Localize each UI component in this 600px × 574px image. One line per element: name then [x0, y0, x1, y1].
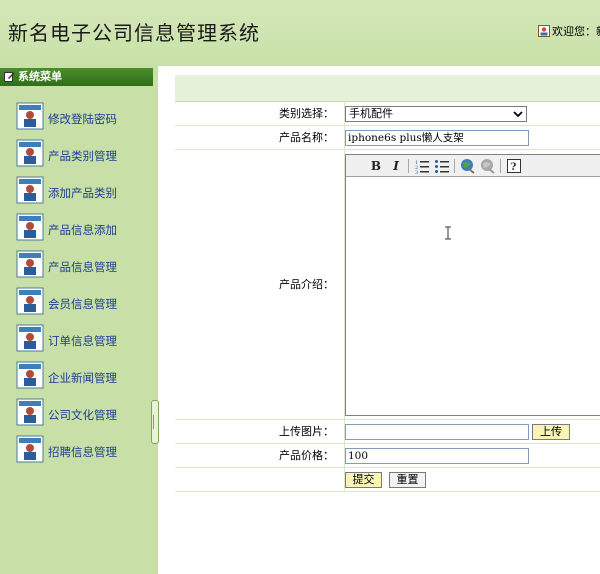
rich-text-editor: B I 123 ? [345, 154, 600, 416]
editor-content-area[interactable] [346, 178, 600, 415]
user-card-icon [16, 176, 44, 204]
price-label: 产品价格： [175, 444, 345, 467]
sidebar-item-product-category-manage[interactable]: 产品类别管理 [16, 139, 146, 169]
image-path-input[interactable] [345, 424, 529, 440]
form-actions-row: 提交 重置 [175, 468, 600, 492]
header: 新名电子公司信息管理系统 欢迎您：新 [0, 0, 600, 66]
product-name-input[interactable]: iphone6s plus懒人支架 [345, 130, 529, 146]
sidebar-item-label: 产品信息添加 [48, 223, 117, 237]
sidebar: 系统菜单 修改登陆密码 产品类别管理 添加产品类别 产品信息添加 产品信息管理 … [0, 66, 159, 574]
product-intro-row: 产品介绍： B I 123 ? [175, 150, 600, 420]
sidebar-item-member-info-manage[interactable]: 会员信息管理 [16, 287, 146, 317]
sidebar-item-label: 修改登陆密码 [48, 112, 117, 126]
price-input[interactable]: 100 [345, 448, 529, 464]
product-name-label: 产品名称： [175, 126, 345, 149]
user-card-icon [16, 213, 44, 241]
sidebar-title: 系统菜单 [18, 70, 62, 83]
product-name-row: 产品名称： iphone6s plus懒人支架 [175, 126, 600, 150]
text-cursor-icon [445, 226, 451, 240]
reset-button[interactable]: 重置 [389, 472, 426, 488]
sidebar-collapse-handle[interactable] [151, 400, 159, 444]
toolbar-separator [408, 159, 409, 173]
sidebar-item-recruitment-info-manage[interactable]: 招聘信息管理 [16, 435, 146, 465]
sidebar-item-label: 添加产品类别 [48, 186, 117, 200]
help-icon[interactable]: ? [506, 158, 522, 174]
app-title: 新名电子公司信息管理系统 [8, 21, 260, 45]
chevron-down-icon [513, 111, 523, 118]
sidebar-item-label: 会员信息管理 [48, 297, 117, 311]
welcome-label: 欢迎您：新 [552, 25, 600, 38]
category-select[interactable]: 手机配件 [345, 106, 527, 122]
globe-link-icon[interactable] [460, 158, 476, 174]
user-card-icon [16, 324, 44, 352]
user-card-icon [16, 287, 44, 315]
form-top-bar [175, 75, 600, 101]
sidebar-item-label: 产品类别管理 [48, 149, 117, 163]
submit-button[interactable]: 提交 [345, 472, 382, 488]
unlink-icon[interactable] [480, 158, 496, 174]
italic-icon[interactable]: I [388, 158, 404, 174]
user-card-icon [16, 361, 44, 389]
sidebar-item-change-password[interactable]: 修改登陆密码 [16, 102, 146, 132]
sidebar-item-label: 订单信息管理 [48, 334, 117, 348]
bullet-list-icon[interactable] [434, 158, 450, 174]
price-row: 产品价格： 100 [175, 444, 600, 468]
category-selected-value: 手机配件 [349, 107, 393, 120]
sidebar-item-add-product-category[interactable]: 添加产品类别 [16, 176, 146, 206]
sidebar-header: 系统菜单 [0, 68, 153, 86]
product-intro-label: 产品介绍： [175, 150, 345, 419]
sidebar-item-label: 招聘信息管理 [48, 445, 117, 459]
sidebar-item-company-culture-manage[interactable]: 公司文化管理 [16, 398, 146, 428]
sidebar-item-product-info-manage[interactable]: 产品信息管理 [16, 250, 146, 280]
toolbar-separator [454, 159, 455, 173]
toolbar-separator [500, 159, 501, 173]
svg-text:?: ? [511, 162, 517, 173]
upload-image-label: 上传图片： [175, 420, 345, 443]
user-card-icon [16, 435, 44, 463]
svg-text:3: 3 [415, 170, 418, 174]
sidebar-item-label: 公司文化管理 [48, 408, 117, 422]
sidebar-item-order-info-manage[interactable]: 订单信息管理 [16, 324, 146, 354]
bold-icon[interactable]: B [368, 158, 384, 174]
editor-toolbar: B I 123 ? [346, 155, 600, 177]
user-card-icon [16, 398, 44, 426]
upload-image-row: 上传图片： 上传 [175, 420, 600, 444]
sidebar-item-label: 产品信息管理 [48, 260, 117, 274]
sidebar-item-add-product-info[interactable]: 产品信息添加 [16, 213, 146, 243]
product-form: 类别选择： 手机配件 产品名称： iphone6s plus懒人支架 产品介绍：… [175, 101, 600, 492]
category-label: 类别选择： [175, 102, 345, 125]
welcome-text: 欢迎您：新 [538, 23, 600, 39]
numbered-list-icon[interactable]: 123 [414, 158, 430, 174]
user-card-icon [16, 102, 44, 130]
user-card-icon [16, 139, 44, 167]
edit-icon [4, 72, 15, 82]
sidebar-item-label: 企业新闻管理 [48, 371, 117, 385]
sidebar-item-company-news-manage[interactable]: 企业新闻管理 [16, 361, 146, 391]
user-icon [538, 25, 550, 37]
upload-button[interactable]: 上传 [532, 424, 570, 440]
user-card-icon [16, 250, 44, 278]
category-row: 类别选择： 手机配件 [175, 102, 600, 126]
